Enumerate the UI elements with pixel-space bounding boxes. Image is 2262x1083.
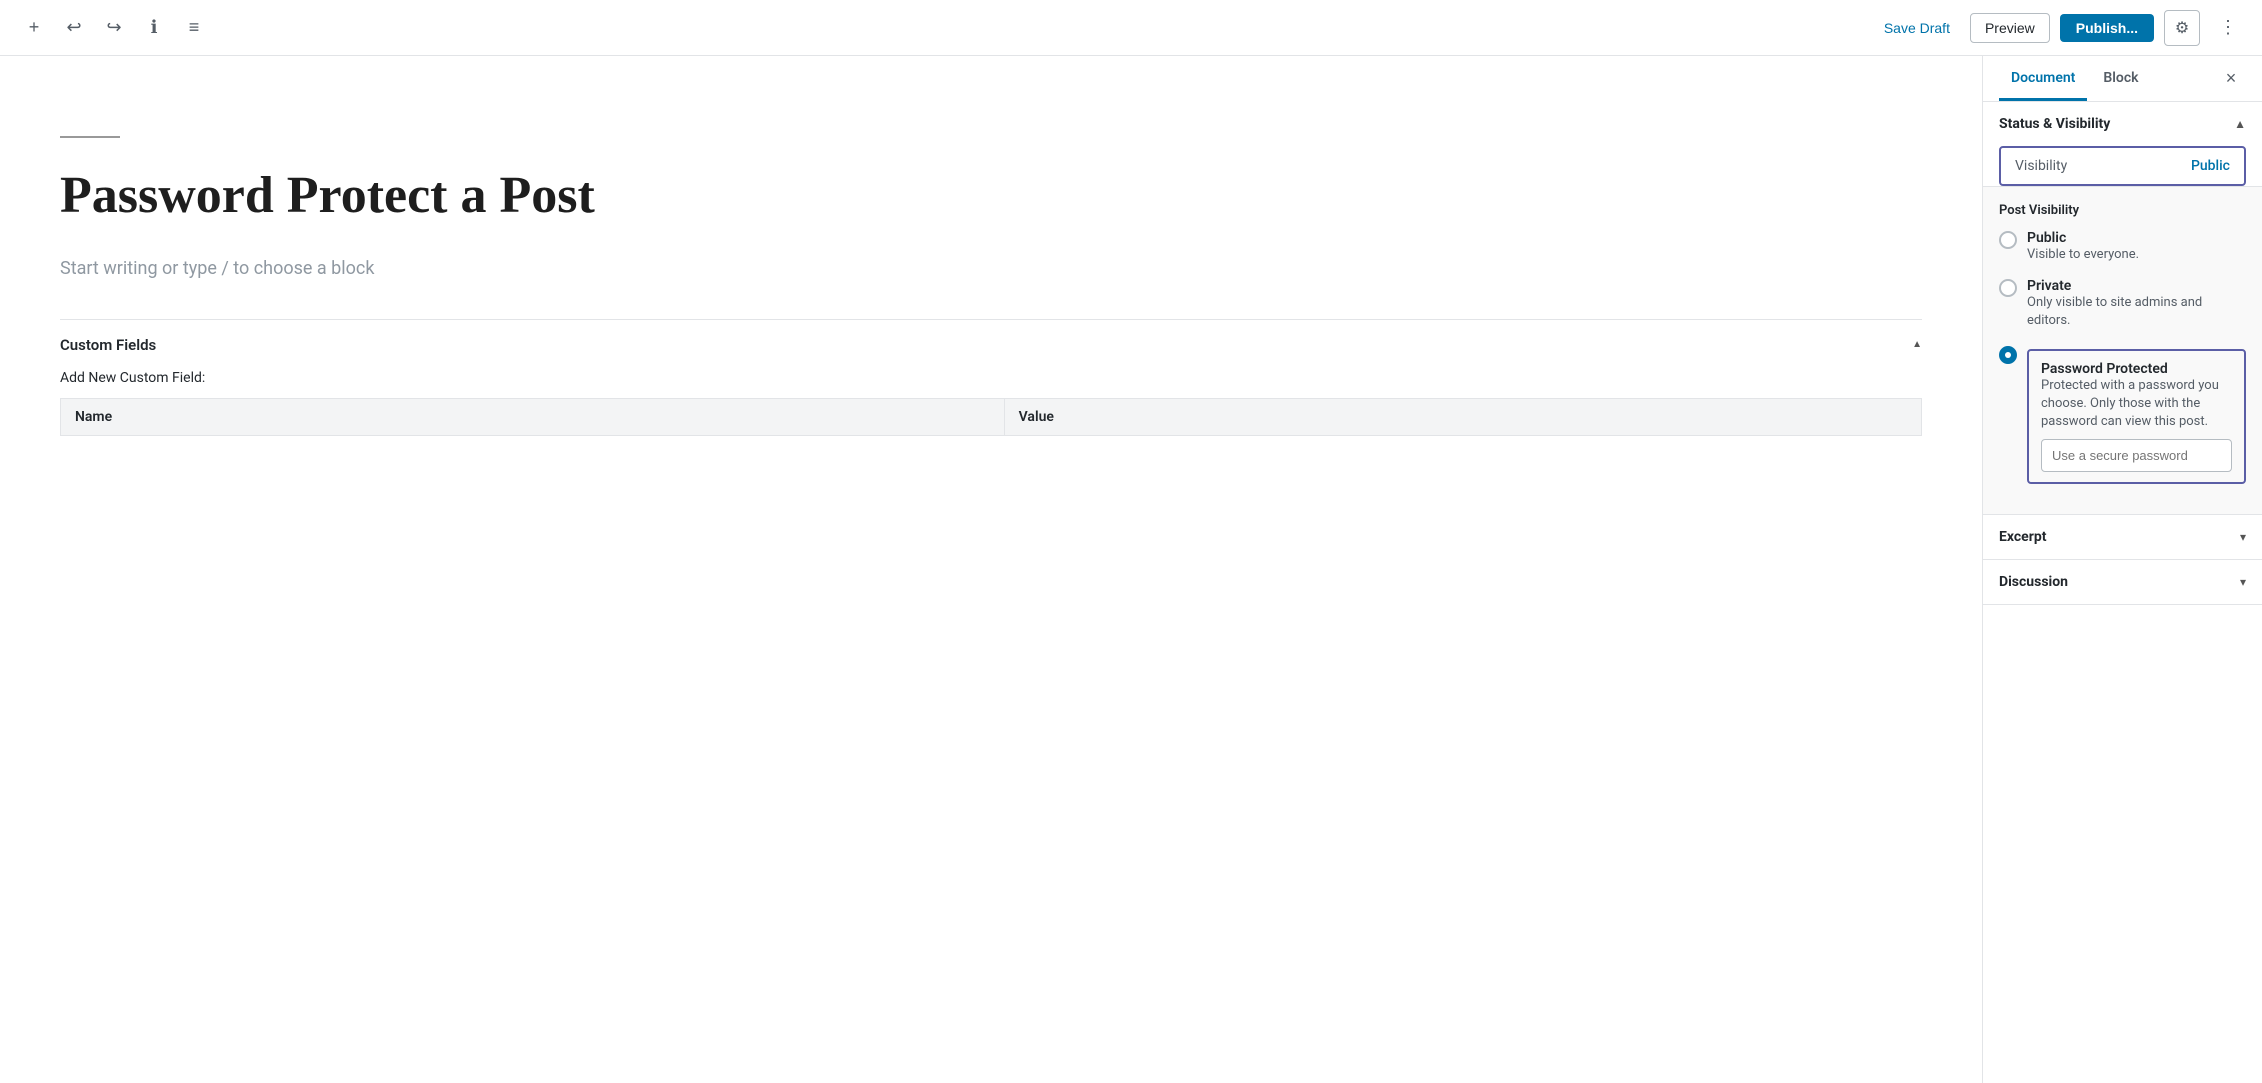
discussion-title: Discussion (1999, 574, 2068, 590)
tab-document[interactable]: Document (1999, 56, 2087, 101)
toolbar-right: Save Draft Preview Publish... ⚙ ⋮ (1874, 10, 2246, 46)
editor-title[interactable]: Password Protect a Post (60, 166, 1922, 226)
editor-area[interactable]: Password Protect a Post Start writing or… (0, 56, 1982, 1083)
pv-option-public-desc: Visible to everyone. (2027, 246, 2246, 264)
pv-radio-public[interactable] (1999, 231, 2017, 249)
post-visibility-title: Post Visibility (1999, 203, 2246, 218)
add-new-custom-field-label: Add New Custom Field: (60, 370, 1922, 386)
visibility-label: Visibility (2015, 158, 2067, 174)
editor-placeholder[interactable]: Start writing or type / to choose a bloc… (60, 258, 1922, 279)
pv-option-private-desc: Only visible to site admins and editors. (2027, 294, 2246, 330)
menu-icon: ≡ (189, 17, 200, 38)
status-visibility-header[interactable]: Status & Visibility ▲ (1983, 102, 2262, 146)
publish-button[interactable]: Publish... (2060, 14, 2154, 42)
pv-option-private-name: Private (2027, 278, 2246, 294)
save-draft-button[interactable]: Save Draft (1874, 14, 1960, 42)
main-layout: Password Protect a Post Start writing or… (0, 56, 2262, 1083)
custom-fields-body: Add New Custom Field: Name Value (60, 370, 1922, 452)
cf-value-header: Value (1004, 398, 1921, 435)
excerpt-section: Excerpt ▾ (1983, 515, 2262, 560)
discussion-chevron-down-icon: ▾ (2240, 575, 2246, 589)
more-options-button[interactable]: ⋮ (2210, 10, 2246, 46)
info-icon: ℹ (151, 17, 158, 38)
pv-option-public[interactable]: Public Visible to everyone. (1999, 230, 2246, 264)
plus-icon: + (29, 17, 40, 38)
tab-block[interactable]: Block (2091, 56, 2150, 101)
sidebar-header: Document Block × (1983, 56, 2262, 102)
toolbar: + ↩ ↪ ℹ ≡ Save Draft Preview Publish... … (0, 0, 2262, 56)
excerpt-title: Excerpt (1999, 529, 2046, 545)
discussion-section: Discussion ▾ (1983, 560, 2262, 605)
info-button[interactable]: ℹ (136, 10, 172, 46)
post-visibility-dropdown: Post Visibility Public Visible to everyo… (1983, 186, 2262, 514)
sidebar-close-button[interactable]: × (2216, 64, 2246, 94)
redo-button[interactable]: ↪ (96, 10, 132, 46)
password-input[interactable] (2041, 439, 2232, 472)
pv-option-password-desc: Protected with a password you choose. On… (2041, 377, 2232, 432)
undo-button[interactable]: ↩ (56, 10, 92, 46)
title-rule (60, 136, 120, 138)
custom-fields-title: Custom Fields (60, 336, 156, 354)
visibility-row[interactable]: Visibility Public (1999, 146, 2246, 186)
cf-name-header: Name (61, 398, 1005, 435)
status-visibility-title: Status & Visibility (1999, 116, 2110, 132)
pv-option-password-content: Password Protected Protected with a pass… (2027, 345, 2246, 485)
pv-radio-private[interactable] (1999, 279, 2017, 297)
chevron-up-icon: ▲ (2234, 117, 2246, 131)
triangle-up-icon: ▲ (1912, 339, 1922, 350)
pv-option-public-name: Public (2027, 230, 2246, 246)
custom-fields-header[interactable]: Custom Fields ▲ (60, 320, 1922, 370)
sidebar: Document Block × Status & Visibility ▲ V… (1982, 56, 2262, 1083)
pv-option-private[interactable]: Private Only visible to site admins and … (1999, 278, 2246, 330)
settings-icon: ⚙ (2175, 18, 2189, 38)
discussion-header[interactable]: Discussion ▾ (1983, 560, 2262, 604)
custom-fields-section: Custom Fields ▲ Add New Custom Field: Na… (60, 319, 1922, 452)
status-visibility-section: Status & Visibility ▲ Visibility Public … (1983, 102, 2262, 515)
visibility-value[interactable]: Public (2191, 158, 2230, 174)
more-icon: ⋮ (2219, 17, 2237, 38)
excerpt-chevron-down-icon: ▾ (2240, 530, 2246, 544)
settings-button[interactable]: ⚙ (2164, 10, 2200, 46)
pv-option-public-content: Public Visible to everyone. (2027, 230, 2246, 264)
add-block-button[interactable]: + (16, 10, 52, 46)
custom-fields-table: Name Value (60, 398, 1922, 436)
pv-option-password-protected[interactable]: Password Protected Protected with a pass… (1999, 345, 2246, 485)
pv-option-password-name: Password Protected (2041, 361, 2232, 377)
excerpt-header[interactable]: Excerpt ▾ (1983, 515, 2262, 559)
preview-button[interactable]: Preview (1970, 13, 2050, 43)
toolbar-left: + ↩ ↪ ℹ ≡ (16, 10, 212, 46)
menu-button[interactable]: ≡ (176, 10, 212, 46)
pv-option-private-content: Private Only visible to site admins and … (2027, 278, 2246, 330)
pv-radio-password-protected[interactable] (1999, 346, 2017, 364)
redo-icon: ↪ (106, 17, 121, 38)
password-protected-box: Password Protected Protected with a pass… (2027, 349, 2246, 485)
undo-icon: ↩ (66, 17, 81, 38)
